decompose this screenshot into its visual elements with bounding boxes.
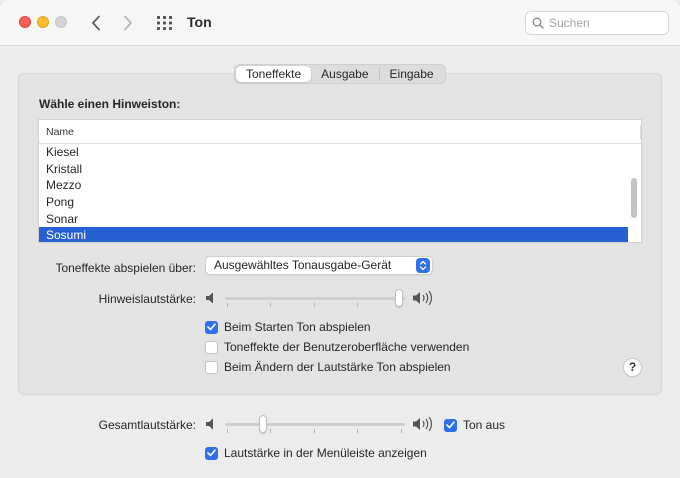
checkbox-mute[interactable]: [444, 418, 457, 432]
option-label: Lautstärke in der Menüleiste anzeigen: [224, 446, 427, 460]
checkbox-volume-feedback[interactable]: [205, 360, 218, 374]
option-startup-sound[interactable]: Beim Starten Ton abspielen: [205, 320, 371, 334]
slider-tick: [227, 303, 228, 307]
search-input[interactable]: [549, 16, 659, 30]
output-device-label: Toneffekte abspielen über:: [55, 261, 196, 275]
list-rows: Kiesel Kristall Mezzo Pong Sonar Sosumi: [39, 144, 641, 242]
master-volume-slider[interactable]: [225, 415, 405, 435]
option-ui-sound-effects[interactable]: Toneffekte der Benutzeroberfläche verwen…: [205, 340, 469, 354]
alert-volume-slider[interactable]: [225, 289, 405, 309]
speaker-high-icon: [413, 290, 433, 306]
option-label: Beim Starten Ton abspielen: [224, 320, 371, 334]
search-field[interactable]: [525, 11, 669, 35]
mute-label: Ton aus: [463, 418, 506, 432]
master-volume-label: Gesamtlautstärke:: [98, 418, 196, 432]
show-all-button[interactable]: [156, 14, 174, 32]
popup-arrows-icon: [416, 258, 430, 273]
speaker-high-icon: [413, 416, 433, 432]
zoom-button[interactable]: [55, 16, 67, 28]
list-item-selected[interactable]: Sosumi: [39, 227, 628, 242]
slider-knob[interactable]: [259, 415, 268, 433]
slider-tick: [227, 429, 228, 433]
slider-tick: [314, 429, 315, 433]
output-device-popup[interactable]: Ausgewähltes Tonausgabe-Gerät: [205, 256, 433, 275]
list-scrollbar[interactable]: [631, 178, 637, 218]
slider-knob[interactable]: [395, 289, 404, 307]
system-preferences-window: Ton Toneffekte Ausgabe Eingabe Wähle ein…: [0, 0, 680, 478]
slider-tick: [270, 429, 271, 433]
slider-tick: [270, 303, 271, 307]
option-label: Toneffekte der Benutzeroberfläche verwen…: [224, 340, 470, 354]
speaker-low-icon: [206, 292, 213, 304]
checkbox-startup[interactable]: [205, 320, 218, 334]
alert-sound-heading: Wähle einen Hinweiston:: [39, 97, 181, 111]
list-item[interactable]: Kristall: [39, 161, 628, 178]
slider-track: [225, 423, 405, 426]
list-item[interactable]: Kiesel: [39, 144, 628, 161]
option-label: Beim Ändern der Lautstärke Ton abspielen: [224, 360, 451, 374]
window-title: Ton: [187, 14, 212, 30]
checkbox-menubar[interactable]: [205, 446, 218, 460]
option-show-in-menubar[interactable]: Lautstärke in der Menüleiste anzeigen: [205, 446, 427, 460]
checkmark-icon: [207, 323, 216, 331]
back-button[interactable]: [86, 12, 106, 34]
alert-volume-label: Hinweislautstärke:: [98, 292, 196, 306]
list-item[interactable]: Sonar: [39, 211, 628, 228]
speaker-low-icon: [206, 418, 213, 430]
list-item[interactable]: Pong: [39, 194, 628, 211]
tab-toneffekte[interactable]: Toneffekte: [236, 66, 312, 82]
tab-eingabe[interactable]: Eingabe: [380, 66, 444, 82]
titlebar: Ton: [0, 0, 680, 46]
chevron-left-icon: [92, 15, 100, 31]
checkmark-icon: [207, 449, 216, 457]
grid-icon: [157, 16, 172, 30]
tab-bar: Toneffekte Ausgabe Eingabe: [234, 64, 446, 84]
mute-checkbox-row[interactable]: Ton aus: [444, 418, 505, 432]
chevron-right-icon: [124, 15, 132, 31]
checkmark-icon: [446, 421, 455, 429]
checkbox-ui-effects[interactable]: [205, 340, 218, 354]
slider-tick: [357, 429, 358, 433]
help-button[interactable]: ?: [623, 358, 642, 377]
slider-tick: [357, 303, 358, 307]
tab-ausgabe[interactable]: Ausgabe: [311, 66, 378, 82]
slider-track: [225, 297, 405, 300]
column-header-name[interactable]: Name: [39, 120, 641, 144]
option-volume-feedback[interactable]: Beim Ändern der Lautstärke Ton abspielen: [205, 360, 451, 374]
forward-button[interactable]: [118, 12, 138, 34]
slider-tick: [401, 429, 402, 433]
close-button[interactable]: [19, 16, 31, 28]
minimize-button[interactable]: [37, 16, 49, 28]
output-device-value: Ausgewähltes Tonausgabe-Gerät: [214, 258, 392, 272]
alert-sound-list[interactable]: Name Kiesel Kristall Mezzo Pong Sonar So…: [38, 119, 642, 243]
search-icon: [532, 17, 544, 29]
list-item[interactable]: Mezzo: [39, 177, 628, 194]
slider-tick: [314, 303, 315, 307]
